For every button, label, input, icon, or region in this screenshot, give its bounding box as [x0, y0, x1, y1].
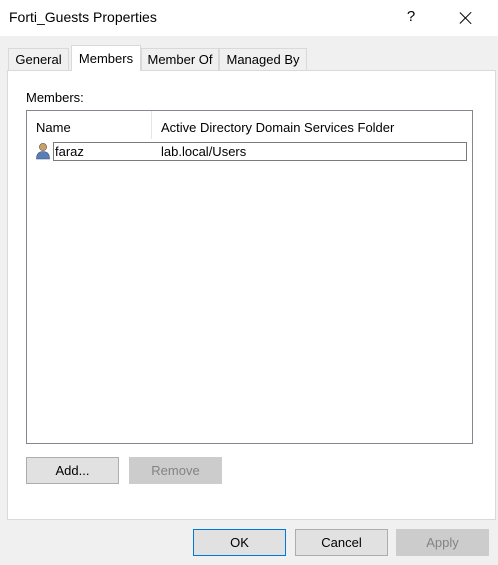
help-button[interactable]: ?	[398, 4, 424, 30]
apply-button[interactable]: Apply	[396, 529, 489, 556]
members-list[interactable]: Name Active Directory Domain Services Fo…	[26, 110, 473, 444]
members-label: Members:	[26, 90, 84, 105]
tab-general[interactable]: General	[8, 48, 69, 70]
column-divider[interactable]	[151, 111, 152, 139]
list-item[interactable]: faraz lab.local/Users	[35, 142, 467, 161]
tab-managed-by[interactable]: Managed By	[219, 48, 307, 70]
tab-members[interactable]: Members	[71, 45, 141, 71]
members-tab-panel: Members: Name Active Directory Domain Se…	[7, 70, 496, 520]
ok-button[interactable]: OK	[193, 529, 286, 556]
cancel-button[interactable]: Cancel	[295, 529, 388, 556]
tab-member-of[interactable]: Member Of	[141, 48, 219, 70]
selection-outline	[53, 142, 467, 161]
remove-button[interactable]: Remove	[129, 457, 222, 484]
close-icon[interactable]	[452, 4, 480, 32]
add-button[interactable]: Add...	[26, 457, 119, 484]
column-header-name[interactable]: Name	[36, 120, 71, 135]
user-icon	[36, 143, 50, 160]
member-name: faraz	[55, 144, 84, 159]
title-bar: Forti_Guests Properties ?	[0, 0, 498, 36]
window-title: Forti_Guests Properties	[9, 9, 157, 25]
member-folder: lab.local/Users	[161, 144, 247, 159]
column-header-folder[interactable]: Active Directory Domain Services Folder	[161, 120, 394, 135]
